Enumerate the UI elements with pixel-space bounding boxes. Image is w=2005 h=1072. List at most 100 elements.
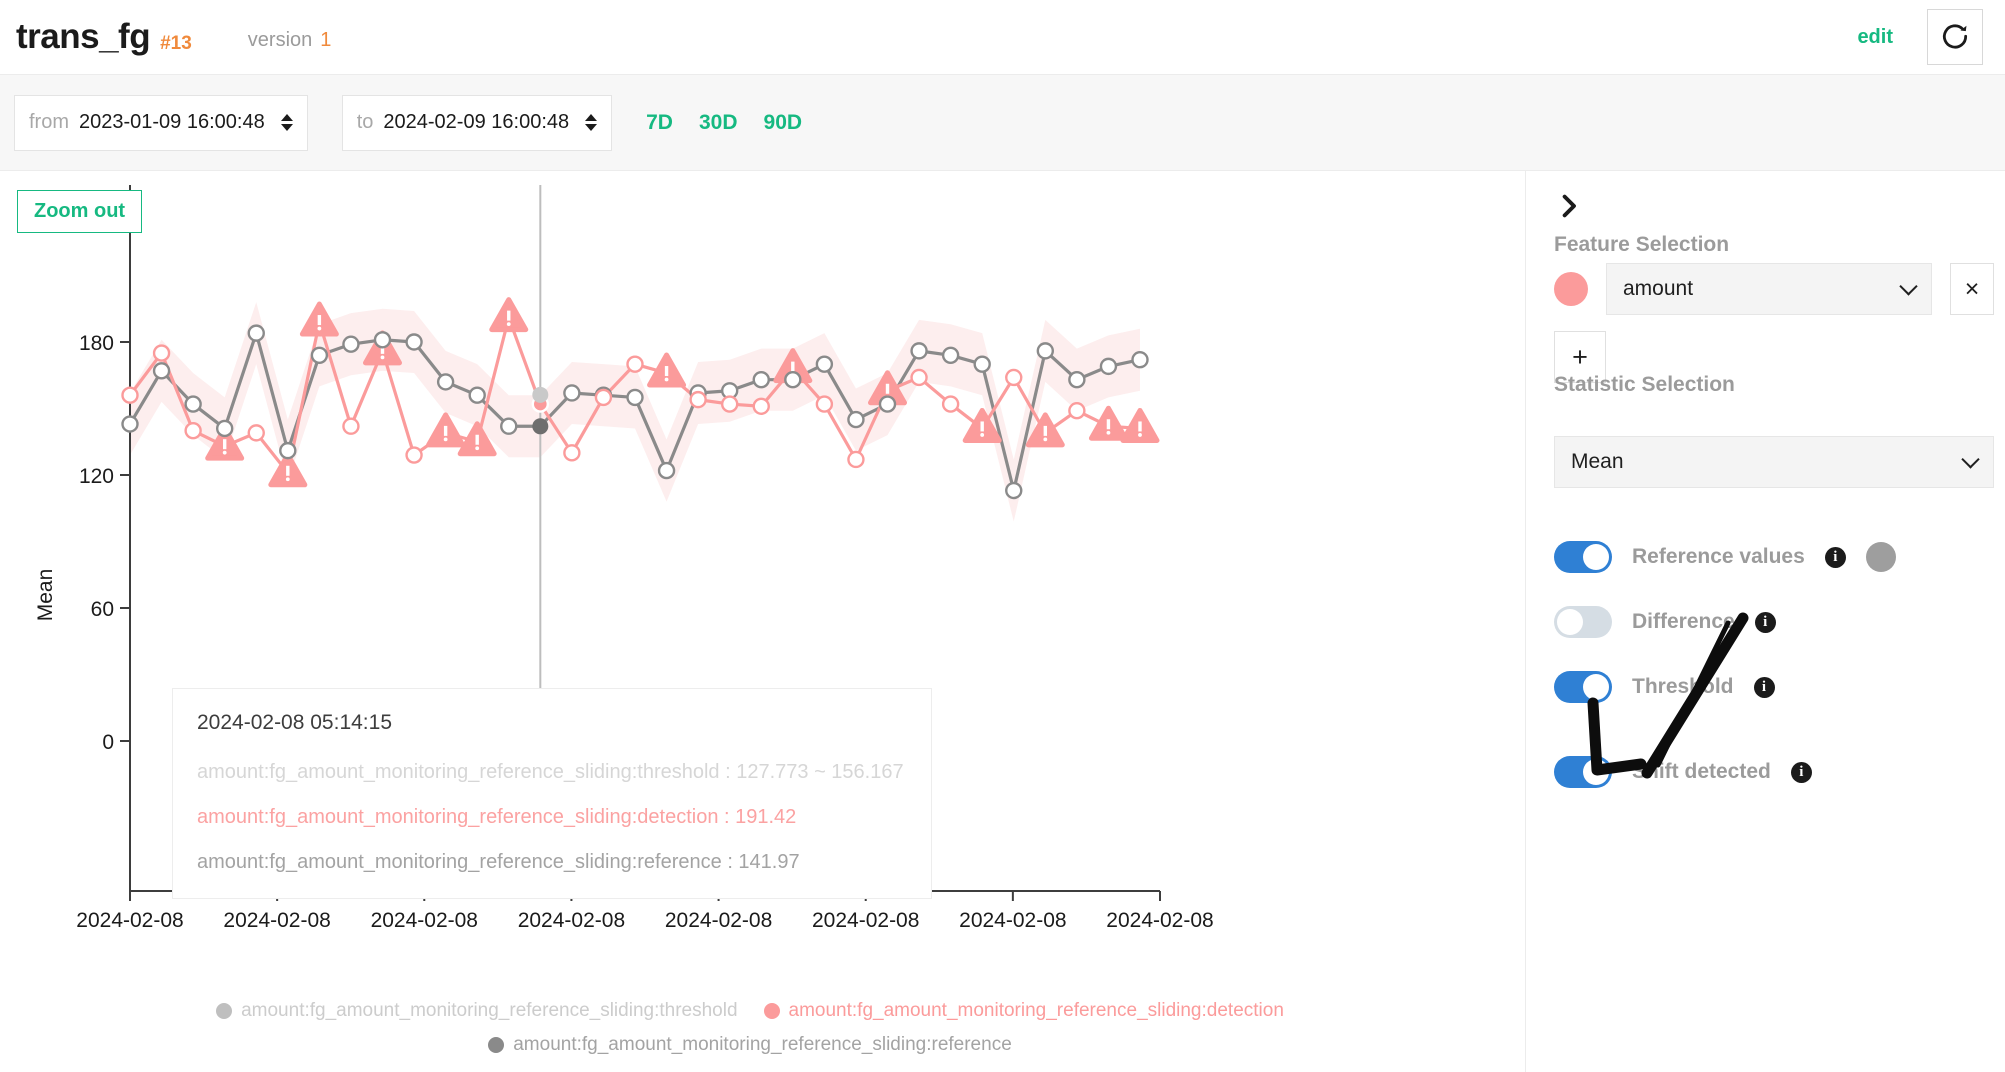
data-point-marker[interactable] bbox=[1133, 352, 1148, 367]
info-icon[interactable]: i bbox=[1791, 762, 1812, 783]
data-point-marker[interactable] bbox=[1101, 359, 1116, 374]
data-point-marker[interactable] bbox=[470, 388, 485, 403]
remove-feature-button[interactable]: × bbox=[1950, 263, 1994, 315]
toggle-threshold[interactable] bbox=[1554, 671, 1612, 703]
refresh-icon bbox=[1939, 21, 1971, 53]
feature-select[interactable]: amount bbox=[1606, 263, 1932, 315]
legend-dot-detection bbox=[764, 1003, 780, 1019]
data-point-marker[interactable] bbox=[501, 419, 516, 434]
data-point-marker[interactable] bbox=[123, 388, 138, 403]
data-point-marker[interactable] bbox=[564, 385, 579, 400]
chevron-down-icon bbox=[1961, 450, 1979, 468]
y-axis-tick-label: 120 bbox=[79, 465, 114, 488]
app-header: trans_fg #13 version 1 edit bbox=[0, 0, 2005, 74]
data-point-marker[interactable] bbox=[1006, 483, 1021, 498]
to-value: 2024-02-09 16:00:48 bbox=[383, 111, 569, 134]
data-point-marker[interactable] bbox=[407, 448, 422, 463]
feature-selection-row: amount × bbox=[1554, 263, 1994, 315]
shift-detected-marker[interactable] bbox=[302, 304, 336, 334]
toggle-shift-detected[interactable] bbox=[1554, 756, 1612, 788]
monitoring-timeseries-chart[interactable]: 060120180240Mean2024-02-082024-02-082024… bbox=[0, 171, 1525, 1072]
data-point-marker[interactable] bbox=[817, 397, 832, 412]
data-point-marker[interactable] bbox=[722, 397, 737, 412]
toggle-reference-values[interactable] bbox=[1554, 541, 1612, 573]
toggle-difference[interactable] bbox=[1554, 606, 1612, 638]
statistic-select[interactable]: Mean bbox=[1554, 436, 1994, 488]
toggle-row-reference-values: Reference values i bbox=[1554, 541, 1896, 573]
data-point-marker[interactable] bbox=[880, 397, 895, 412]
data-point-marker[interactable] bbox=[1006, 370, 1021, 385]
chart-legend: amount:fg_amount_monitoring_reference_sl… bbox=[0, 1000, 1500, 1068]
chart-panel: 060120180240Mean2024-02-082024-02-082024… bbox=[0, 170, 1525, 1072]
version-label: version bbox=[248, 23, 312, 52]
shift-detected-marker[interactable] bbox=[1091, 408, 1125, 438]
data-point-marker[interactable] bbox=[438, 374, 453, 389]
info-icon[interactable]: i bbox=[1755, 612, 1776, 633]
data-point-marker[interactable] bbox=[943, 397, 958, 412]
range-30d-button[interactable]: 30D bbox=[699, 111, 738, 135]
y-axis-tick-label: 60 bbox=[91, 598, 114, 621]
data-point-marker[interactable] bbox=[343, 419, 358, 434]
data-point-marker[interactable] bbox=[817, 357, 832, 372]
data-point-marker[interactable] bbox=[186, 423, 201, 438]
info-icon[interactable]: i bbox=[1825, 547, 1846, 568]
data-point-marker[interactable] bbox=[628, 390, 643, 405]
data-point-marker[interactable] bbox=[848, 412, 863, 427]
data-point-marker[interactable] bbox=[249, 326, 264, 341]
data-point-marker[interactable] bbox=[343, 337, 358, 352]
info-icon[interactable]: i bbox=[1754, 677, 1775, 698]
range-7d-button[interactable]: 7D bbox=[646, 111, 673, 135]
data-point-marker[interactable] bbox=[375, 332, 390, 347]
refresh-button[interactable] bbox=[1927, 9, 1983, 65]
collapse-panel-button[interactable] bbox=[1554, 189, 1584, 223]
data-point-marker[interactable] bbox=[785, 372, 800, 387]
from-stepper[interactable] bbox=[281, 114, 293, 131]
legend-item-detection[interactable]: amount:fg_amount_monitoring_reference_sl… bbox=[764, 1000, 1284, 1022]
data-point-marker[interactable] bbox=[848, 452, 863, 467]
shift-detected-marker[interactable] bbox=[492, 300, 526, 330]
from-label: from bbox=[29, 111, 69, 134]
from-date-field[interactable]: from 2023-01-09 16:00:48 bbox=[14, 95, 308, 151]
legend-row-top: amount:fg_amount_monitoring_reference_sl… bbox=[0, 1000, 1500, 1022]
data-point-marker[interactable] bbox=[912, 370, 927, 385]
data-point-marker[interactable] bbox=[280, 443, 295, 458]
data-point-marker[interactable] bbox=[123, 417, 138, 432]
range-90d-button[interactable]: 90D bbox=[764, 111, 803, 135]
data-point-marker[interactable] bbox=[217, 421, 232, 436]
edit-link[interactable]: edit bbox=[1857, 26, 1893, 49]
feature-color-swatch bbox=[1554, 272, 1588, 306]
data-point-marker[interactable] bbox=[1038, 343, 1053, 358]
data-point-marker[interactable] bbox=[249, 425, 264, 440]
legend-item-threshold[interactable]: amount:fg_amount_monitoring_reference_sl… bbox=[216, 1000, 737, 1022]
data-point-marker[interactable] bbox=[975, 357, 990, 372]
data-point-marker[interactable] bbox=[691, 392, 706, 407]
page-title: trans_fg bbox=[16, 17, 150, 57]
data-point-marker[interactable] bbox=[596, 390, 611, 405]
toggle-row-threshold: Threshold i bbox=[1554, 671, 1775, 703]
data-point-marker[interactable] bbox=[154, 363, 169, 378]
data-point-marker[interactable] bbox=[154, 346, 169, 361]
shift-detected-marker[interactable] bbox=[1123, 410, 1157, 440]
data-point-marker[interactable] bbox=[1069, 403, 1084, 418]
toggle-label-threshold: Threshold bbox=[1632, 675, 1734, 699]
shift-detected-marker[interactable] bbox=[429, 415, 463, 445]
data-point-marker[interactable] bbox=[186, 397, 201, 412]
data-point-marker[interactable] bbox=[312, 348, 327, 363]
to-date-field[interactable]: to 2024-02-09 16:00:48 bbox=[342, 95, 612, 151]
data-point-marker[interactable] bbox=[564, 445, 579, 460]
data-point-marker[interactable] bbox=[943, 348, 958, 363]
data-point-marker[interactable] bbox=[659, 463, 674, 478]
data-point-marker[interactable] bbox=[754, 399, 769, 414]
x-axis-tick-label: 2024-02-08 bbox=[223, 909, 330, 932]
legend-dot-reference bbox=[488, 1037, 504, 1053]
quick-range-buttons: 7D 30D 90D bbox=[646, 111, 802, 135]
data-point-marker[interactable] bbox=[628, 357, 643, 372]
data-point-marker[interactable] bbox=[912, 343, 927, 358]
data-point-marker[interactable] bbox=[754, 372, 769, 387]
to-stepper[interactable] bbox=[585, 114, 597, 131]
data-point-marker[interactable] bbox=[1069, 372, 1084, 387]
tooltip-timestamp: 2024-02-08 05:14:15 bbox=[197, 711, 907, 735]
legend-item-reference[interactable]: amount:fg_amount_monitoring_reference_sl… bbox=[488, 1034, 1012, 1056]
data-point-marker[interactable] bbox=[407, 335, 422, 350]
zoom-out-button[interactable]: Zoom out bbox=[17, 190, 142, 233]
